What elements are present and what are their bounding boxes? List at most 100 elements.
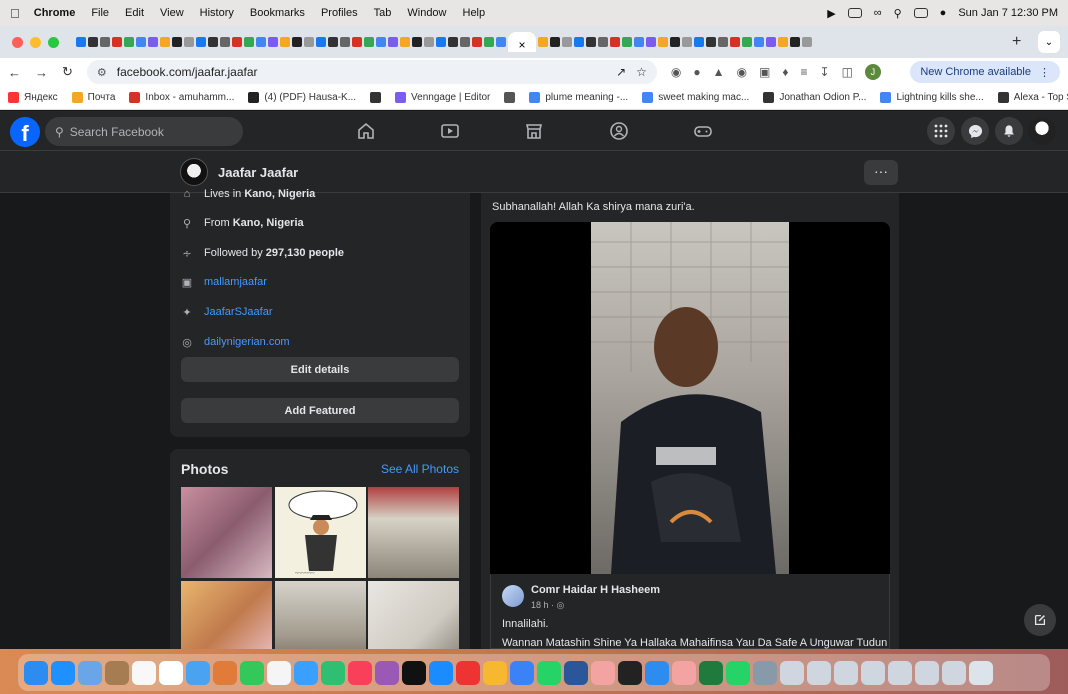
dock-app-icon[interactable]	[51, 660, 75, 685]
menu-help[interactable]: Help	[463, 7, 486, 19]
tab-favicon-icon[interactable]	[256, 37, 266, 47]
tab-favicon-icon[interactable]	[484, 37, 494, 47]
tab-favicon-icon[interactable]	[400, 37, 410, 47]
menu-grid-icon[interactable]	[927, 117, 955, 145]
menu-view[interactable]: View	[160, 7, 184, 19]
address-bar[interactable]: ⚙ facebook.com/jaafar.jaafar ↗ ☆	[86, 60, 657, 84]
messenger-icon[interactable]	[961, 117, 989, 145]
from-place[interactable]: Kano, Nigeria	[233, 217, 304, 229]
tab-favicon-icon[interactable]	[160, 37, 170, 47]
tab-favicon-icon[interactable]	[328, 37, 338, 47]
tab-favicon-icon[interactable]	[610, 37, 620, 47]
open-in-app-icon[interactable]: ↗	[616, 65, 626, 79]
bookmark-item[interactable]: Lightning kills she...	[880, 92, 984, 103]
shared-author-avatar[interactable]	[502, 585, 524, 607]
tab-favicon-icon[interactable]	[136, 37, 146, 47]
post-video[interactable]	[490, 222, 890, 574]
bookmark-item[interactable]	[504, 92, 516, 103]
tab-favicon-icon[interactable]	[598, 37, 608, 47]
dock-app-icon[interactable]	[537, 660, 561, 685]
tab-favicon-icon[interactable]	[184, 37, 194, 47]
shared-time[interactable]: 18 h ·	[531, 600, 554, 610]
kebab-menu-icon[interactable]: ⋮	[1039, 66, 1050, 79]
dock-app-icon[interactable]	[105, 660, 129, 685]
tab-favicon-icon[interactable]	[76, 37, 86, 47]
bookmark-item[interactable]	[370, 92, 382, 103]
dock-app-icon[interactable]	[672, 660, 696, 685]
siri-icon[interactable]: ●	[940, 7, 947, 19]
dock-app-icon[interactable]	[753, 660, 777, 685]
tab-favicon-icon[interactable]	[574, 37, 584, 47]
dock-app-icon[interactable]	[618, 660, 642, 685]
photo-thumbnail[interactable]	[368, 581, 459, 649]
menu-history[interactable]: History	[200, 7, 234, 19]
dock-app-icon[interactable]	[348, 660, 372, 685]
dock-app-icon[interactable]	[483, 660, 507, 685]
tab-favicon-icon[interactable]	[550, 37, 560, 47]
tab-favicon-icon[interactable]	[232, 37, 242, 47]
tab-favicon-icon[interactable]	[472, 37, 482, 47]
tab-favicon-icon[interactable]	[316, 37, 326, 47]
tab-favicon-icon[interactable]	[682, 37, 692, 47]
tab-favicon-icon[interactable]	[730, 37, 740, 47]
zoom-window-button[interactable]	[48, 36, 59, 48]
gaming-icon[interactable]	[693, 121, 713, 141]
tab-favicon-icon[interactable]	[172, 37, 182, 47]
dock-app-icon[interactable]	[969, 660, 993, 685]
menu-tab[interactable]: Tab	[374, 7, 392, 19]
tab-favicon-icon[interactable]	[460, 37, 470, 47]
followed-count[interactable]: 297,130 people	[266, 247, 344, 259]
dock-app-icon[interactable]	[213, 660, 237, 685]
tab-favicon-icon[interactable]	[196, 37, 206, 47]
profile-avatar[interactable]: J	[864, 64, 881, 80]
download-icon[interactable]: ↧	[820, 65, 830, 79]
dock-app-icon[interactable]	[861, 660, 885, 685]
bookmark-item[interactable]: Alexa - Top Sites i...	[997, 92, 1068, 103]
dock-app-icon[interactable]	[591, 660, 615, 685]
bookmark-item[interactable]: plume meaning -...	[529, 92, 628, 103]
photo-thumbnail[interactable]	[368, 487, 459, 578]
tab-favicon-icon[interactable]	[88, 37, 98, 47]
profile-avatar[interactable]	[180, 158, 208, 186]
dock-app-icon[interactable]	[456, 660, 480, 685]
dock-app-icon[interactable]	[294, 660, 318, 685]
tab-favicon-icon[interactable]	[100, 37, 110, 47]
camera-extension-icon[interactable]: ◉	[671, 65, 681, 79]
clock-text[interactable]: Sun Jan 7 12:30 PM	[958, 7, 1058, 19]
address-url[interactable]: facebook.com/jaafar.jaafar	[117, 65, 606, 79]
extension-icon-3[interactable]: ▲	[713, 65, 725, 79]
control-center-icon[interactable]	[913, 8, 928, 18]
dock-app-icon[interactable]	[240, 660, 264, 685]
queue-icon[interactable]: ≡	[800, 65, 807, 79]
new-tab-button[interactable]: +	[1012, 33, 1021, 51]
back-icon[interactable]: ←	[8, 65, 21, 80]
tab-favicons[interactable]: ×	[76, 32, 1006, 52]
see-all-photos-link[interactable]: See All Photos	[381, 462, 459, 476]
menu-edit[interactable]: Edit	[125, 7, 144, 19]
add-featured-button[interactable]: Add Featured	[181, 398, 459, 423]
tab-favicon-icon[interactable]	[352, 37, 362, 47]
dock-app-icon[interactable]	[429, 660, 453, 685]
menu-file[interactable]: File	[91, 7, 109, 19]
profile-name[interactable]: Jaafar Jaafar	[218, 165, 298, 180]
edit-details-button[interactable]: Edit details	[181, 357, 459, 382]
tab-favicon-icon[interactable]	[646, 37, 656, 47]
tab-favicon-icon[interactable]	[424, 37, 434, 47]
photo-thumbnail[interactable]	[181, 487, 272, 578]
tab-favicon-icon[interactable]	[496, 37, 506, 47]
tab-favicon-icon[interactable]	[364, 37, 374, 47]
marketplace-icon[interactable]	[524, 121, 544, 141]
tab-favicon-icon[interactable]	[292, 37, 302, 47]
dock-app-icon[interactable]	[915, 660, 939, 685]
tab-favicon-icon[interactable]	[376, 37, 386, 47]
tab-search-button[interactable]: ⌄	[1038, 31, 1060, 53]
menu-window[interactable]: Window	[407, 7, 446, 19]
dock-app-icon[interactable]	[132, 660, 156, 685]
apple-icon[interactable]: 	[10, 6, 20, 21]
tab-favicon-icon[interactable]	[766, 37, 776, 47]
dock-app-icon[interactable]	[267, 660, 291, 685]
tab-favicon-icon[interactable]	[340, 37, 350, 47]
search-icon[interactable]: ⚲	[894, 7, 902, 20]
dock-app-icon[interactable]	[888, 660, 912, 685]
shared-author-name[interactable]: Comr Haidar H Hasheem	[531, 584, 660, 596]
